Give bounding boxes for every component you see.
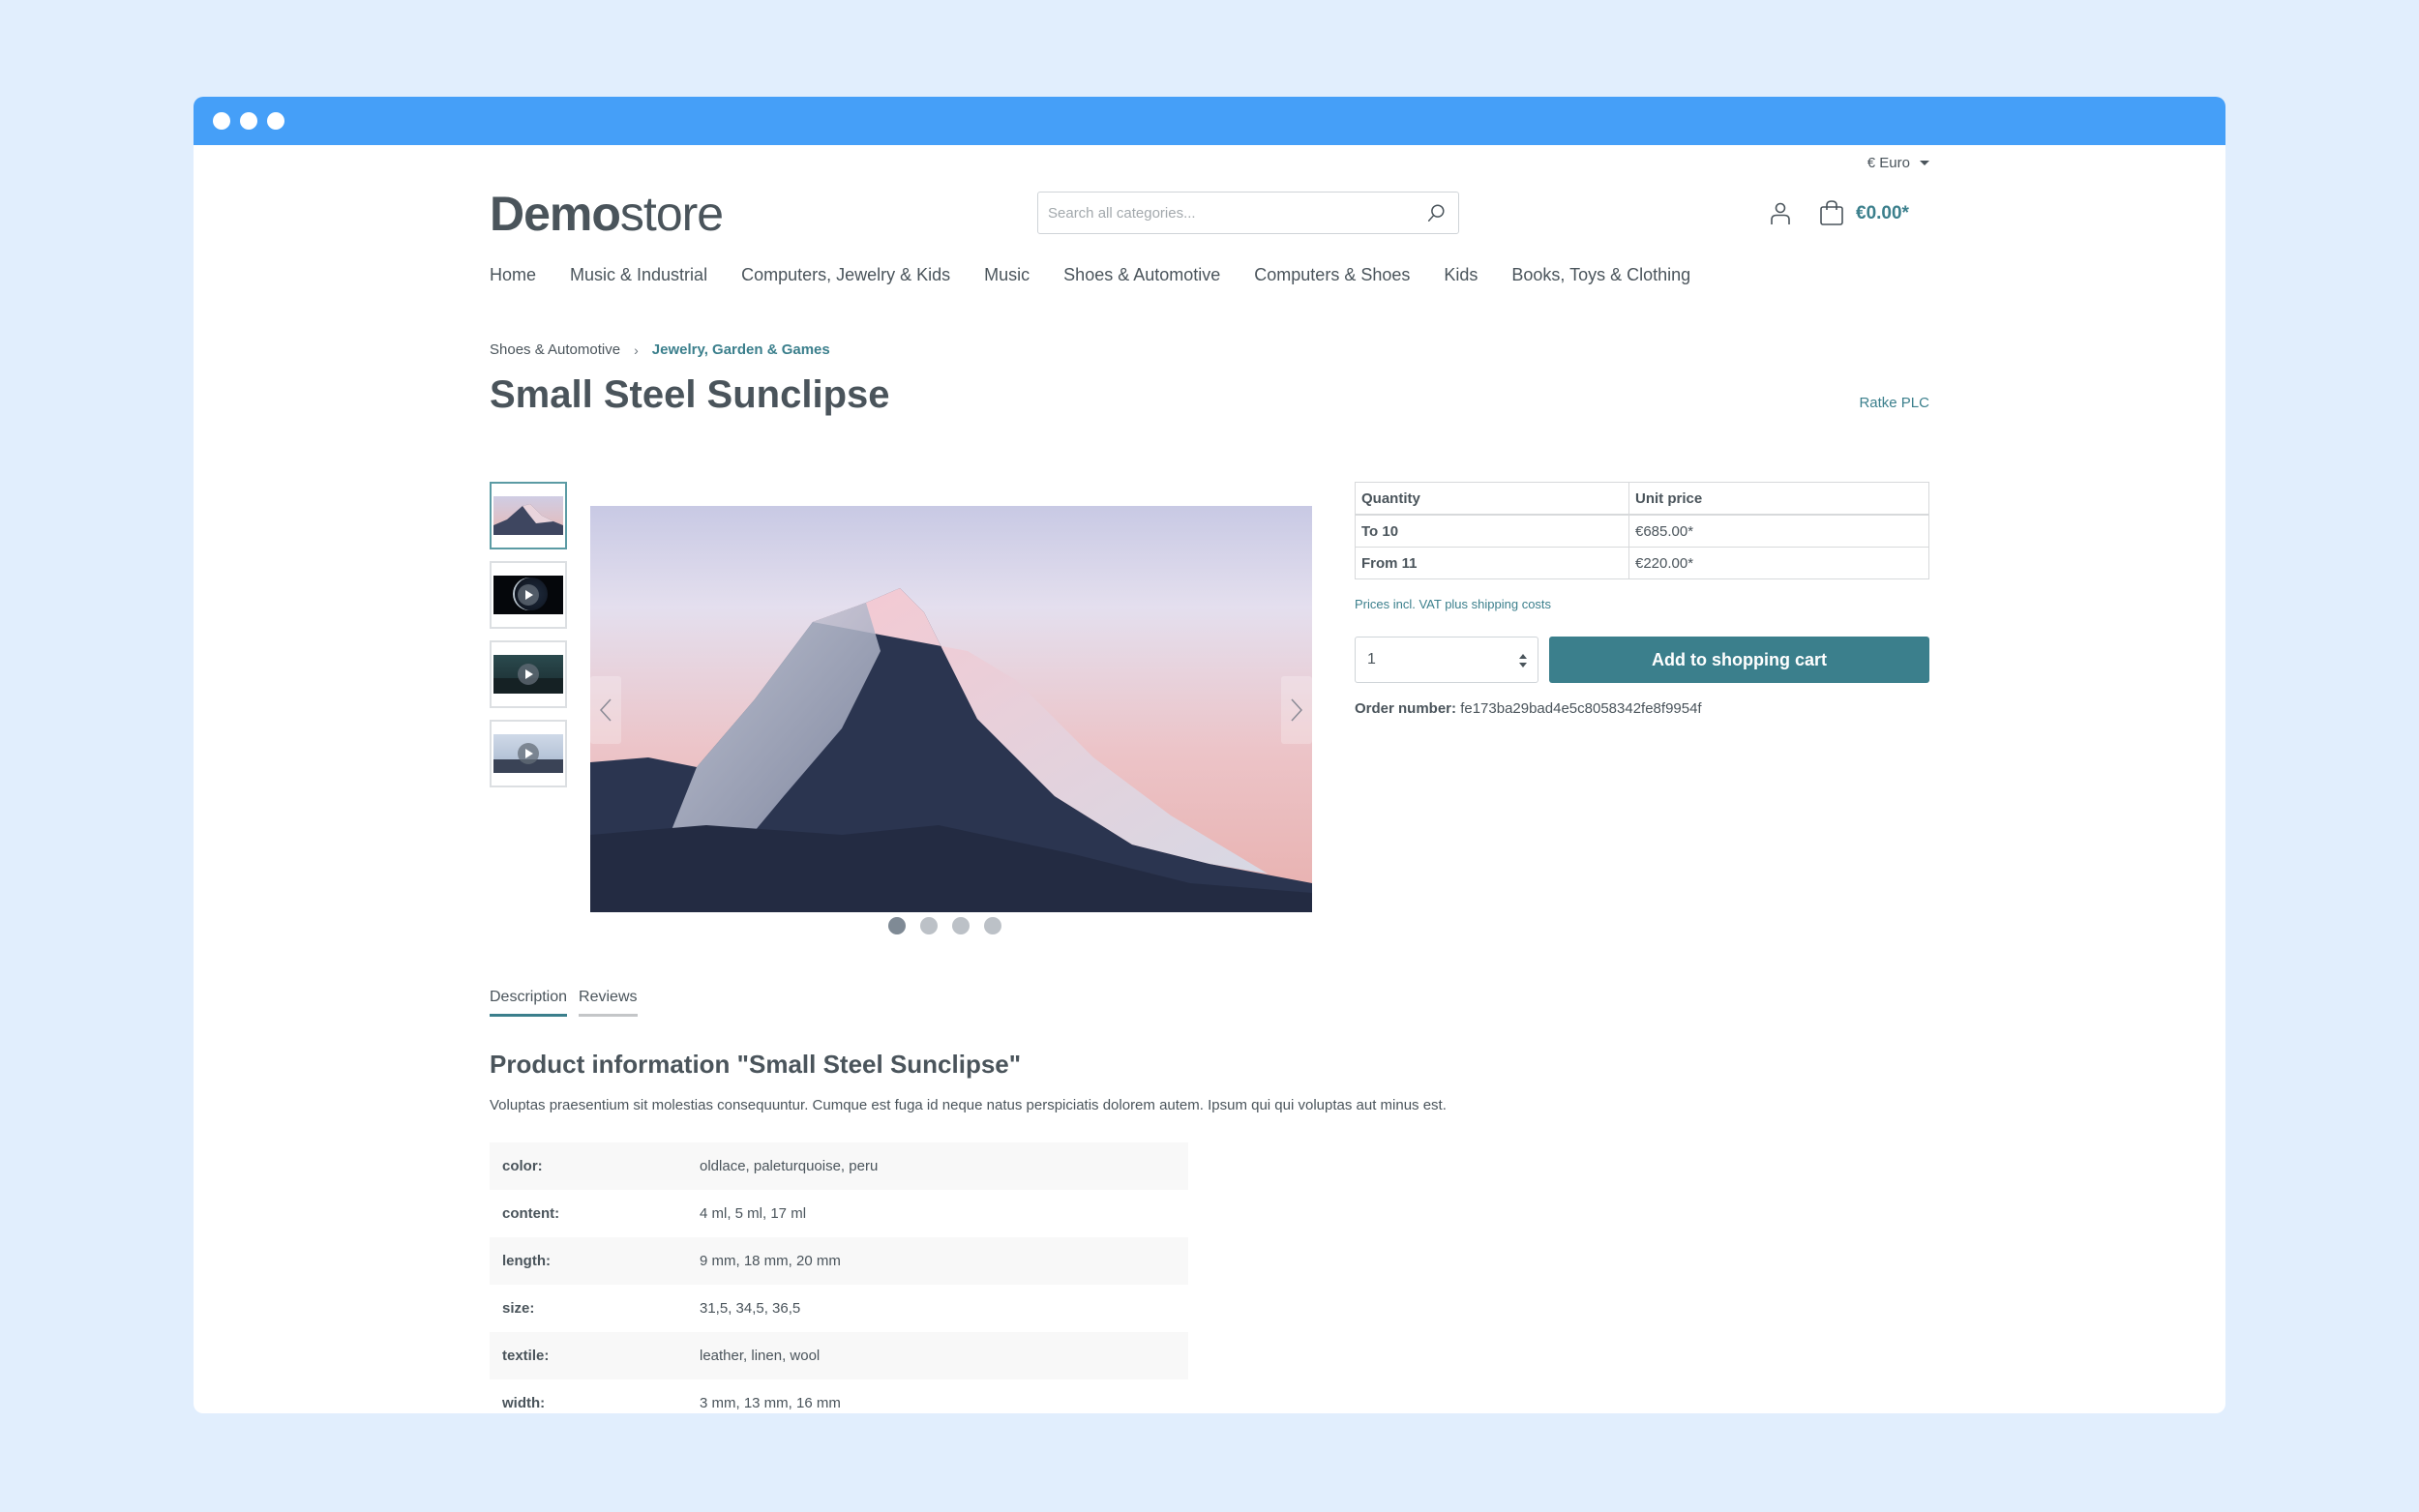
property-row: width: 3 mm, 13 mm, 16 mm: [490, 1379, 1188, 1413]
play-icon: [518, 743, 539, 764]
product-image-gallery[interactable]: [590, 506, 1312, 912]
product-title: Small Steel Sunclipse: [490, 373, 890, 416]
thumbnail-video-moon: [493, 576, 563, 614]
browser-window: € Euro Demostore €0.00* Home Music & Ind…: [194, 97, 2225, 1413]
property-value: 4 ml, 5 ml, 17 ml: [700, 1205, 807, 1222]
vat-shipping-link[interactable]: Prices incl. VAT plus shipping costs: [1355, 597, 1929, 611]
buy-row: 1 Add to shopping cart: [1355, 637, 1929, 683]
price-table-header: Quantity: [1355, 482, 1629, 516]
thumbnail-2[interactable]: [490, 561, 567, 629]
title-bar: [194, 97, 2225, 145]
price-value: €220.00*: [1628, 547, 1929, 579]
nav-item-computers-shoes[interactable]: Computers & Shoes: [1254, 265, 1410, 285]
product-main-image: [590, 506, 1312, 912]
breadcrumb-item[interactable]: Shoes & Automotive: [490, 341, 620, 358]
sort-arrows-icon: [1519, 654, 1527, 667]
add-to-cart-button[interactable]: Add to shopping cart: [1549, 637, 1929, 683]
logo-bold: Demo: [490, 187, 621, 241]
property-row: size: 31,5, 34,5, 36,5: [490, 1285, 1188, 1332]
property-row: color: oldlace, paleturquoise, peru: [490, 1142, 1188, 1190]
breadcrumb-item-current[interactable]: Jewelry, Garden & Games: [652, 341, 830, 358]
nav-item-shoes-automotive[interactable]: Shoes & Automotive: [1063, 265, 1220, 285]
gallery-dot-2[interactable]: [920, 917, 938, 934]
cart-bag-icon[interactable]: [1819, 199, 1844, 226]
order-number-value: fe173ba29bad4e5c8058342fe8f9954f: [1460, 700, 1702, 717]
description-title: Product information "Small Steel Sunclip…: [490, 1050, 1022, 1079]
order-number: Order number: fe173ba29bad4e5c8058342fe8…: [1355, 700, 1929, 717]
search-input[interactable]: [1038, 193, 1416, 233]
play-icon: [518, 584, 539, 606]
thumbnail-1[interactable]: [490, 482, 567, 549]
property-key: textile:: [502, 1348, 550, 1364]
play-icon: [518, 664, 539, 685]
chevron-right-icon: ›: [634, 341, 639, 358]
window-maximize-dot[interactable]: [267, 112, 284, 130]
nav-item-music[interactable]: Music: [984, 265, 1030, 285]
chevron-right-icon: [1291, 698, 1303, 722]
thumbnail-video-snow: [493, 734, 563, 773]
gallery-thumbnails: [490, 482, 567, 799]
property-row: textile: leather, linen, wool: [490, 1332, 1188, 1379]
search-icon[interactable]: [1425, 202, 1447, 223]
order-number-label: Order number:: [1355, 700, 1457, 717]
property-value: 3 mm, 13 mm, 16 mm: [700, 1395, 841, 1411]
property-key: width:: [502, 1395, 546, 1411]
gallery-dot-1[interactable]: [888, 917, 906, 934]
main-navigation: Home Music & Industrial Computers, Jewel…: [490, 265, 1724, 285]
properties-table: color: oldlace, paleturquoise, peru conte…: [490, 1142, 1188, 1413]
property-key: size:: [502, 1300, 535, 1317]
tab-reviews[interactable]: Reviews: [579, 989, 638, 1017]
nav-item-music-industrial[interactable]: Music & Industrial: [570, 265, 707, 285]
property-key: content:: [502, 1205, 560, 1222]
nav-item-books-toys-clothing[interactable]: Books, Toys & Clothing: [1511, 265, 1690, 285]
description-text: Voluptas praesentium sit molestias conse…: [490, 1097, 1447, 1113]
account-icon[interactable]: [1769, 201, 1792, 226]
thumbnail-image-mountain: [493, 496, 563, 535]
tab-description[interactable]: Description: [490, 989, 568, 1017]
nav-item-kids[interactable]: Kids: [1444, 265, 1478, 285]
search-box: [1037, 192, 1459, 234]
gallery-dot-3[interactable]: [952, 917, 970, 934]
price-quantity: To 10: [1355, 514, 1629, 548]
block-price-table: Quantity Unit price To 10 €685.00* From …: [1355, 482, 1929, 579]
gallery-next-button[interactable]: [1281, 676, 1312, 744]
chevron-left-icon: [599, 698, 612, 722]
property-value: 31,5, 34,5, 36,5: [700, 1300, 801, 1317]
property-value: 9 mm, 18 mm, 20 mm: [700, 1253, 841, 1269]
window-minimize-dot[interactable]: [240, 112, 257, 130]
property-value: oldlace, paleturquoise, peru: [700, 1158, 879, 1174]
gallery-pagination: [888, 917, 1001, 934]
price-table-row: To 10 €685.00*: [1355, 514, 1929, 548]
window-close-dot[interactable]: [213, 112, 230, 130]
price-quantity: From 11: [1355, 547, 1629, 579]
price-table-header: Unit price: [1628, 482, 1929, 516]
store-logo[interactable]: Demostore: [490, 186, 724, 242]
caret-down-icon: [1920, 161, 1929, 165]
product-tabs: Description Reviews: [490, 989, 638, 1017]
thumbnail-video-range: [493, 655, 563, 694]
buy-box: Quantity Unit price To 10 €685.00* From …: [1355, 482, 1929, 717]
property-key: length:: [502, 1253, 551, 1269]
breadcrumb: Shoes & Automotive › Jewelry, Garden & G…: [490, 341, 830, 358]
nav-item-home[interactable]: Home: [490, 265, 536, 285]
currency-label: € Euro: [1867, 155, 1910, 171]
thumbnail-3[interactable]: [490, 640, 567, 708]
logo-regular: store: [619, 187, 724, 241]
cart-total[interactable]: €0.00*: [1856, 203, 1909, 224]
quantity-select[interactable]: 1: [1355, 637, 1538, 683]
price-table-row: From 11 €220.00*: [1355, 547, 1929, 579]
nav-item-computers-jewelry-kids[interactable]: Computers, Jewelry & Kids: [741, 265, 950, 285]
property-row: content: 4 ml, 5 ml, 17 ml: [490, 1190, 1188, 1237]
manufacturer-link[interactable]: Ratke PLC: [1859, 395, 1929, 411]
property-key: color:: [502, 1158, 543, 1174]
thumbnail-4[interactable]: [490, 720, 567, 787]
currency-dropdown[interactable]: € Euro: [1867, 155, 1929, 171]
property-value: leather, linen, wool: [700, 1348, 821, 1364]
price-value: €685.00*: [1628, 514, 1929, 548]
quantity-value: 1: [1367, 651, 1376, 667]
gallery-prev-button[interactable]: [590, 676, 621, 744]
gallery-dot-4[interactable]: [984, 917, 1001, 934]
property-row: length: 9 mm, 18 mm, 20 mm: [490, 1237, 1188, 1285]
